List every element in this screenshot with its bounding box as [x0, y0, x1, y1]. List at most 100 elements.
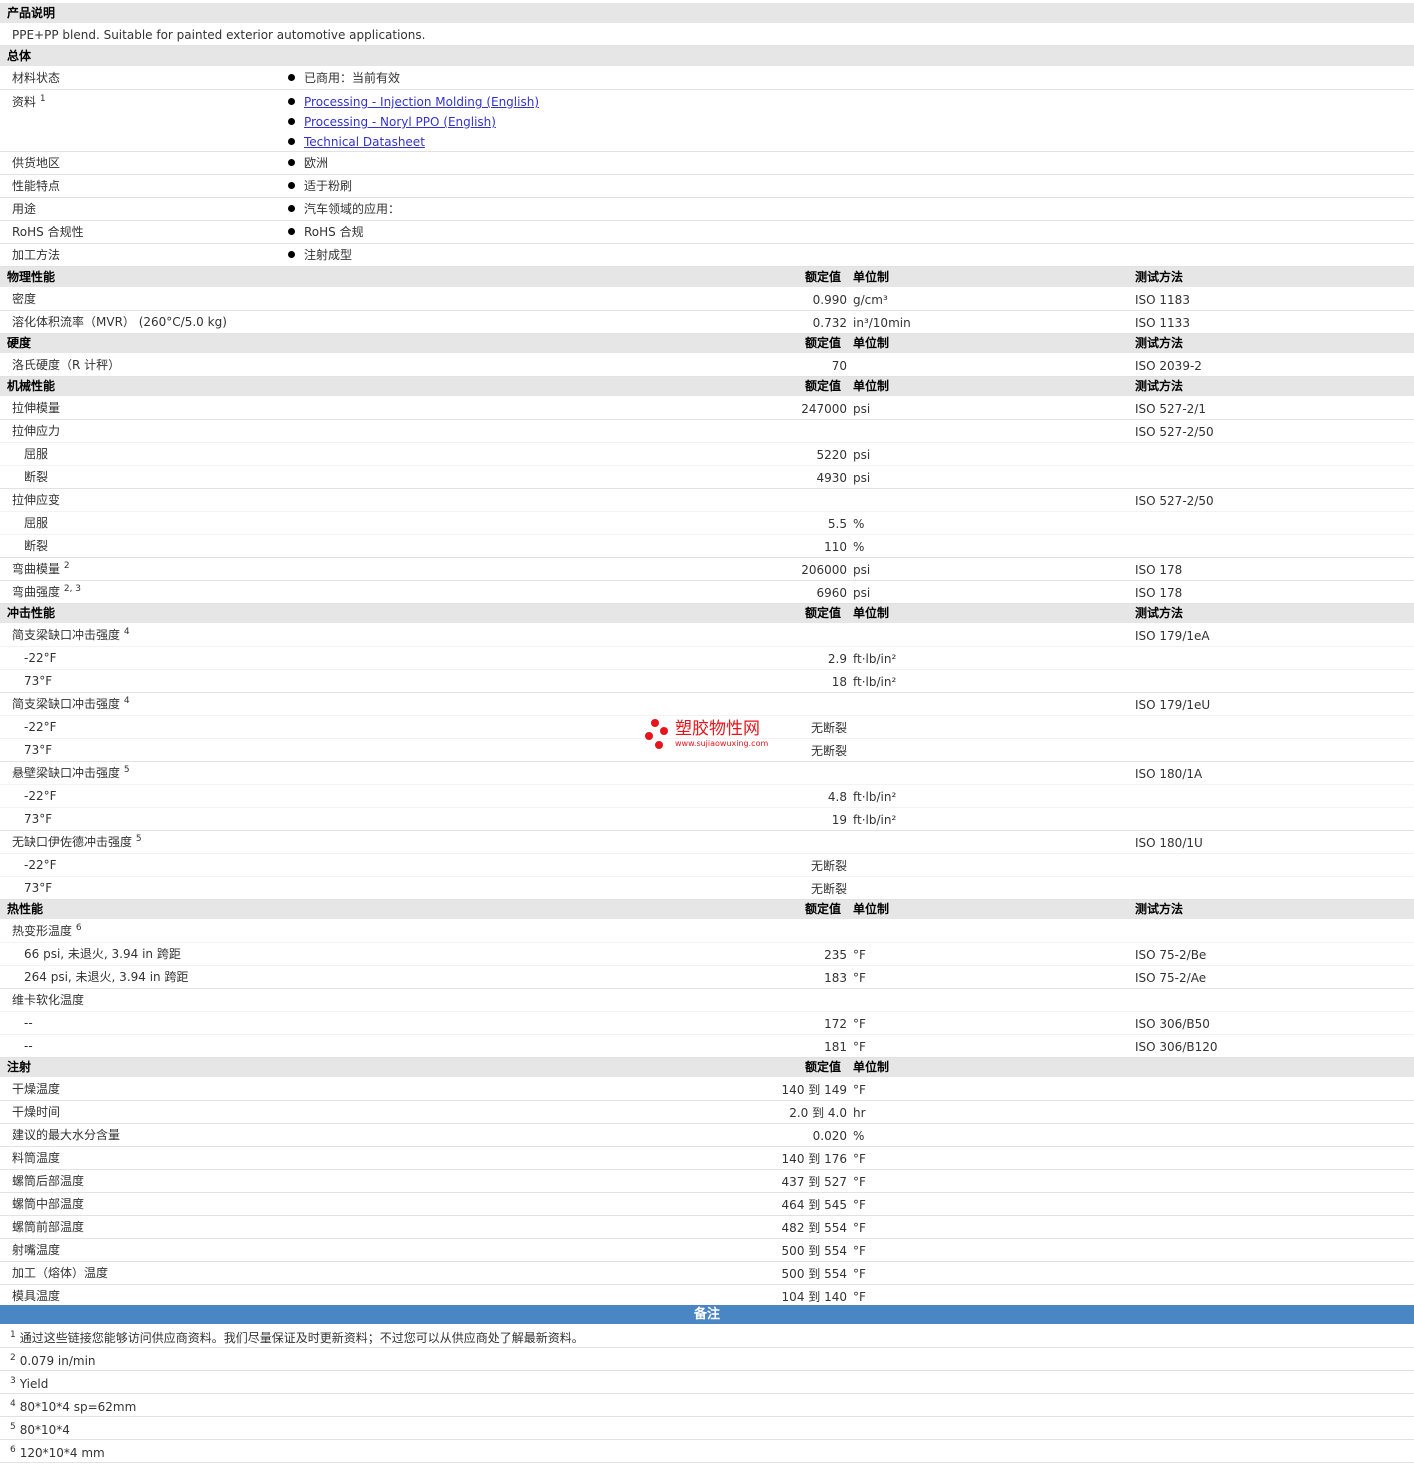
- property-label: 拉伸应力: [12, 423, 60, 439]
- property-label-text: 料筒温度: [12, 1151, 61, 1165]
- property-unit: °F: [853, 1175, 866, 1189]
- property-label-text: 73°F: [24, 881, 53, 895]
- property-row-tensile-stress: 拉伸应力 ISO 527-2/50: [0, 420, 1414, 443]
- property-label-text: 屈服: [24, 516, 49, 530]
- col-unit: 单位制: [853, 379, 890, 393]
- property-unit: °F: [853, 1290, 866, 1304]
- row-label: 用途: [12, 202, 37, 216]
- property-row-hopper: 料筒温度 140 到 176 °F: [0, 1147, 1414, 1170]
- property-label: 螺筒后部温度: [12, 1173, 84, 1189]
- property-row-moisture: 建议的最大水分含量 0.020%: [0, 1124, 1414, 1147]
- property-label: 屈服: [24, 446, 48, 462]
- property-row-vicat: 维卡软化温度: [0, 989, 1414, 1012]
- property-label-text: 模具温度: [12, 1289, 61, 1303]
- property-label-text: 简支梁缺口冲击强度: [12, 628, 121, 642]
- row-label: 性能特点: [12, 179, 61, 193]
- property-value: 500 到 554: [781, 1267, 847, 1281]
- property-row-charpy-n-1: -22°F 2.9 ft·lb/in²: [0, 647, 1414, 670]
- property-row-izod-n-2: 73°F 19 ft·lb/in²: [0, 808, 1414, 831]
- property-label-text: 螺筒后部温度: [12, 1174, 85, 1188]
- note-number: 3: [10, 1376, 16, 1386]
- property-label: 断裂: [24, 469, 48, 485]
- property-label-text: 螺筒中部温度: [12, 1197, 85, 1211]
- property-value: 4930: [816, 471, 847, 485]
- property-label-text: 干燥温度: [12, 1082, 61, 1096]
- property-label: 简支梁缺口冲击强度 4: [12, 696, 130, 712]
- property-value: 464 到 545: [781, 1198, 847, 1212]
- row-label: 资料 1: [12, 94, 46, 110]
- col-unit: 单位制: [853, 902, 890, 916]
- property-label: -22°F: [24, 788, 57, 804]
- property-label-text: 干燥时间: [12, 1105, 61, 1119]
- property-label: 加工（熔体）温度: [12, 1265, 108, 1281]
- footnote-ref: 2, 3: [63, 584, 82, 594]
- property-label-text: 断裂: [24, 470, 49, 484]
- section-title: 冲击性能: [7, 606, 56, 620]
- property-value: 6960: [816, 586, 847, 600]
- note-row: 2 0.079 in/min: [0, 1348, 1414, 1371]
- property-label: 屈服: [24, 515, 48, 531]
- property-value: 206000: [801, 563, 847, 577]
- section-header-hardness: 硬度 额定值 单位制 测试方法: [0, 333, 1414, 353]
- property-label: 干燥温度: [12, 1081, 60, 1097]
- property-test-method: ISO 180/1A: [1135, 767, 1203, 781]
- property-label-text: 弯曲强度: [12, 585, 61, 599]
- property-label-text: -22°F: [24, 858, 57, 872]
- note-text-wrap: 5 80*10*4: [10, 1422, 70, 1438]
- note-text-wrap: 1 通过这些链接您能够访问供应商资料。我们尽量保证及时更新资料；不过您可以从供应商…: [10, 1330, 584, 1346]
- col-nominal: 额定值: [805, 606, 842, 620]
- property-test-method: ISO 1133: [1135, 316, 1190, 330]
- property-row-dry-time: 干燥时间 2.0 到 4.0 hr: [0, 1101, 1414, 1124]
- general-row-features: 性能特点 适于粉刷: [0, 175, 1414, 198]
- property-label: 维卡软化温度: [12, 992, 84, 1008]
- property-unit: psi: [853, 471, 871, 485]
- property-row-flex-strength: 弯曲强度 2, 3 6960 psi ISO 178: [0, 581, 1414, 604]
- property-label-text: 维卡软化温度: [12, 993, 85, 1007]
- property-label-text: 73°F: [24, 743, 53, 757]
- footnote-ref: 1: [39, 94, 46, 104]
- col-test: 测试方法: [1135, 606, 1184, 620]
- property-label: 密度: [12, 291, 36, 307]
- property-label-text: --: [24, 1039, 33, 1053]
- property-label-text: 洛氏硬度（R 计秤）: [12, 358, 121, 372]
- general-row-uses: 用途 汽车领域的应用：: [0, 198, 1414, 221]
- note-row: 3 Yield: [0, 1371, 1414, 1394]
- doc-link-technical-datasheet[interactable]: Technical Datasheet: [304, 134, 425, 150]
- property-row-rockwell: 洛氏硬度（R 计秤） 70 ISO 2039-2: [0, 354, 1414, 377]
- property-value: 110: [824, 540, 847, 554]
- property-row-nozzle: 射嘴温度 500 到 554 °F: [0, 1239, 1414, 1262]
- property-label: -22°F: [24, 650, 57, 666]
- doc-link-noryl-ppo[interactable]: Processing - Noryl PPO (English): [304, 114, 496, 130]
- property-value: 104 到 140: [781, 1290, 847, 1304]
- general-row-region: 供货地区 欧洲: [0, 152, 1414, 175]
- property-test-method: ISO 75-2/Be: [1135, 948, 1207, 962]
- row-label: 材料状态: [12, 71, 61, 85]
- watermark-dot: [655, 741, 663, 749]
- property-unit: %: [853, 540, 865, 554]
- property-row-tst-break: 断裂 110%: [0, 535, 1414, 558]
- property-label: 264 psi, 未退火, 3.94 in 跨距: [24, 969, 188, 985]
- property-label: 模具温度: [12, 1288, 60, 1304]
- property-value: 0.020: [812, 1129, 847, 1143]
- property-test-method: ISO 179/1eA: [1135, 629, 1210, 643]
- property-test-method: ISO 527-2/50: [1135, 425, 1214, 439]
- col-nominal: 额定值: [805, 270, 842, 284]
- note-text: 0.079 in/min: [19, 1354, 96, 1368]
- col-test: 测试方法: [1135, 336, 1184, 350]
- bullet-text: RoHS 合规: [304, 225, 364, 239]
- row-label-text: 资料: [12, 95, 37, 109]
- footnote-ref: 4: [123, 627, 130, 637]
- property-label: 73°F: [24, 880, 52, 896]
- note-text-wrap: 6 120*10*4 mm: [10, 1445, 105, 1461]
- property-row-izod-u-1: -22°F 无断裂: [0, 854, 1414, 877]
- property-test-method: ISO 306/B120: [1135, 1040, 1218, 1054]
- property-label-text: --: [24, 1016, 33, 1030]
- property-label: 溶化体积流率（MVR） (260°C/5.0 kg): [12, 314, 227, 330]
- property-unit: °F: [853, 1244, 866, 1258]
- property-value: 140 到 149: [781, 1083, 847, 1097]
- property-row-hdt: 热变形温度 6: [0, 920, 1414, 943]
- watermark-dot: [651, 719, 659, 727]
- doc-link-injection-molding[interactable]: Processing - Injection Molding (English): [304, 94, 539, 110]
- property-label: 66 psi, 未退火, 3.94 in 跨距: [24, 946, 181, 962]
- property-label: 料筒温度: [12, 1150, 60, 1166]
